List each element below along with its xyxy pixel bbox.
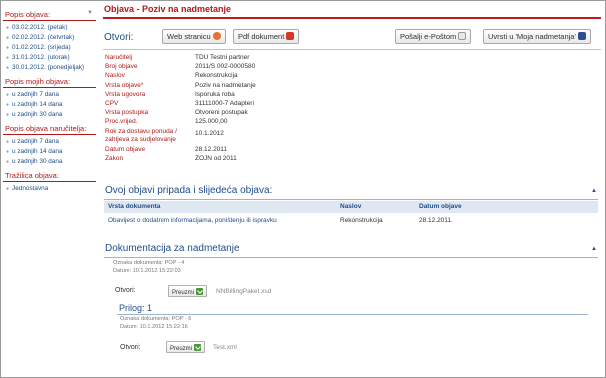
bullet-icon: ● [6, 159, 10, 165]
uvrsti-moja-nadmetanja-button[interactable]: Uvrsti u 'Moja nadmetanja' [483, 29, 591, 44]
details-list: Naručitelj TDU Testni partner Broj objave… [105, 54, 585, 164]
table-header: Vrsta dokumenta Naslov Datum objave [104, 201, 598, 213]
sidebar-heading-objave-narucitelja: Popis objava naručitelja: [3, 123, 96, 135]
file-name: Test.xml [213, 344, 237, 351]
bullet-icon: ● [6, 112, 10, 118]
main-panel: Objava - Poziv na nadmetanje Otvori: Web… [103, 4, 601, 353]
save-icon [577, 32, 586, 40]
page-title-bar: Objava - Poziv na nadmetanje [103, 4, 601, 19]
pdf-icon [286, 32, 295, 40]
detail-row: Naslov Rekonstrukcija [105, 72, 238, 80]
sidebar-item-date[interactable]: ● 31.01.2012. (utorak) [6, 53, 96, 63]
prilog-title: Prilog: 1 [119, 303, 153, 313]
download-icon [194, 344, 202, 351]
objave-narucitelja-list: ● u zadnjih 7 dana ● u zadnjih 14 dana ● u … [3, 135, 96, 168]
section-divider [117, 314, 588, 315]
detail-row: Vrsta postupka Otvoreni postupak [105, 109, 248, 117]
bullet-icon: ● [6, 186, 10, 192]
sidebar-item-period[interactable]: ● u zadnjih 14 dana [6, 147, 96, 157]
sidebar-heading-popis-objava[interactable]: Popis objava: ▼ [3, 9, 96, 21]
related-doc-link[interactable]: Obavijest o dodatnim informacijama, poni… [108, 217, 277, 224]
download-icon [196, 288, 204, 295]
bullet-icon: ● [6, 55, 10, 61]
sidebar-item-date[interactable]: ● 01.02.2012. (srijeda) [6, 43, 96, 53]
sidebar-item-date[interactable]: ● 30.01.2012. (ponedjeljak) [6, 63, 96, 73]
bullet-icon: ● [6, 25, 10, 31]
web-icon [212, 32, 221, 40]
column-header: Vrsta dokumenta [108, 203, 161, 210]
pdf-dokument-button[interactable]: Pdf dokument [233, 29, 300, 44]
sidebar-item-period[interactable]: ● u zadnjih 14 dana [6, 100, 96, 110]
detail-row: CPV 31111000-7 Adapteri [105, 99, 254, 107]
collapse-caret-icon[interactable]: ▲ [591, 188, 597, 194]
sidebar: Popis objava: ▼ ● 03.02.2012. (petak) ● 02… [3, 7, 96, 195]
section-divider [104, 257, 598, 258]
detail-row: Rok za dostavu ponuda / zahtjeva za sudj… [105, 127, 224, 143]
bullet-icon: ● [6, 35, 10, 41]
bullet-icon: ● [6, 102, 10, 108]
section-divider [104, 199, 598, 200]
column-header: Naslov [340, 203, 362, 210]
collapse-caret-icon[interactable]: ▲ [591, 246, 597, 252]
detail-row: Vrsta objave* Poziv na nadmetanje [105, 81, 256, 89]
bullet-icon: ● [6, 45, 10, 51]
page-title: Objava - Poziv na nadmetanje [104, 4, 232, 14]
moje-objave-list: ● u zadnjih 7 dana ● u zadnjih 14 dana ● u … [3, 88, 96, 121]
preuzmi-button[interactable]: Preuzmi [168, 285, 208, 297]
documentation-section-title: Dokumentacija za nadmetanje [105, 243, 240, 254]
collapse-arrow-icon[interactable]: ▼ [87, 10, 93, 16]
detail-row: Vrsta ugovora Isporuka roba [105, 90, 235, 98]
detail-row: Proc.vrijed. 125.000,00 [105, 118, 228, 126]
table-row[interactable]: Obavijest o dodatnim informacijama, poni… [104, 213, 598, 227]
bullet-icon: ● [6, 65, 10, 71]
action-toolbar: Otvori: Web stranicu Pdf dokument Pošalj… [103, 28, 601, 50]
sidebar-item-period[interactable]: ● u zadnjih 7 dana [6, 90, 96, 100]
sidebar-heading-moje-objave: Popis mojih objava: [3, 76, 96, 88]
detail-row: Broj objave 2011/S 002-0000580 [105, 63, 256, 71]
otvori-label: Otvori: [104, 32, 134, 43]
sidebar-heading-trazilica: Tražilica objava: [3, 170, 96, 182]
bullet-icon: ● [6, 92, 10, 98]
related-table: Vrsta dokumenta Naslov Datum objave Obav… [104, 201, 598, 227]
envelope-icon [458, 32, 467, 40]
sidebar-item-period[interactable]: ● u zadnjih 7 dana [6, 137, 96, 147]
sidebar-item-period[interactable]: ● u zadnjih 30 dana [6, 110, 96, 120]
detail-row: Zakon ZOJN od 2011 [105, 154, 237, 162]
document-meta: Oznaka dokumenta: POP - 4 Datum: 10.1.20… [113, 260, 185, 274]
posalji-email-button[interactable]: Pošalji e-Poštom [395, 29, 472, 44]
sidebar-item-jednostavna[interactable]: ● Jednostavna [6, 184, 96, 194]
bullet-icon: ● [6, 149, 10, 155]
trazilica-list: ● Jednostavna [3, 182, 96, 195]
column-header: Datum objave [419, 203, 462, 210]
bullet-icon: ● [6, 139, 10, 145]
sidebar-item-period[interactable]: ● u zadnjih 30 dana [6, 157, 96, 167]
preuzmi-button[interactable]: Preuzmi [166, 341, 206, 353]
detail-row: Datum objave 28.12.2011 [105, 145, 228, 153]
file-name: NNBillingPaket.xsd [216, 288, 272, 295]
web-stranicu-button[interactable]: Web stranicu [162, 29, 226, 44]
sidebar-item-date[interactable]: ● 03.02.2012. (petak) [6, 23, 96, 33]
document-meta: Oznaka dokumenta: POP - 6 Datum: 10.1.20… [120, 316, 192, 330]
related-section-title: Ovoj objavi pripada i slijedeća objava: [105, 185, 273, 196]
popis-objava-list: ● 03.02.2012. (petak) ● 02.02.2012. (četvr… [3, 21, 96, 74]
sidebar-item-date[interactable]: ● 02.02.2012. (četvrtak) [6, 33, 96, 43]
detail-row: Naručitelj TDU Testni partner [105, 54, 250, 61]
